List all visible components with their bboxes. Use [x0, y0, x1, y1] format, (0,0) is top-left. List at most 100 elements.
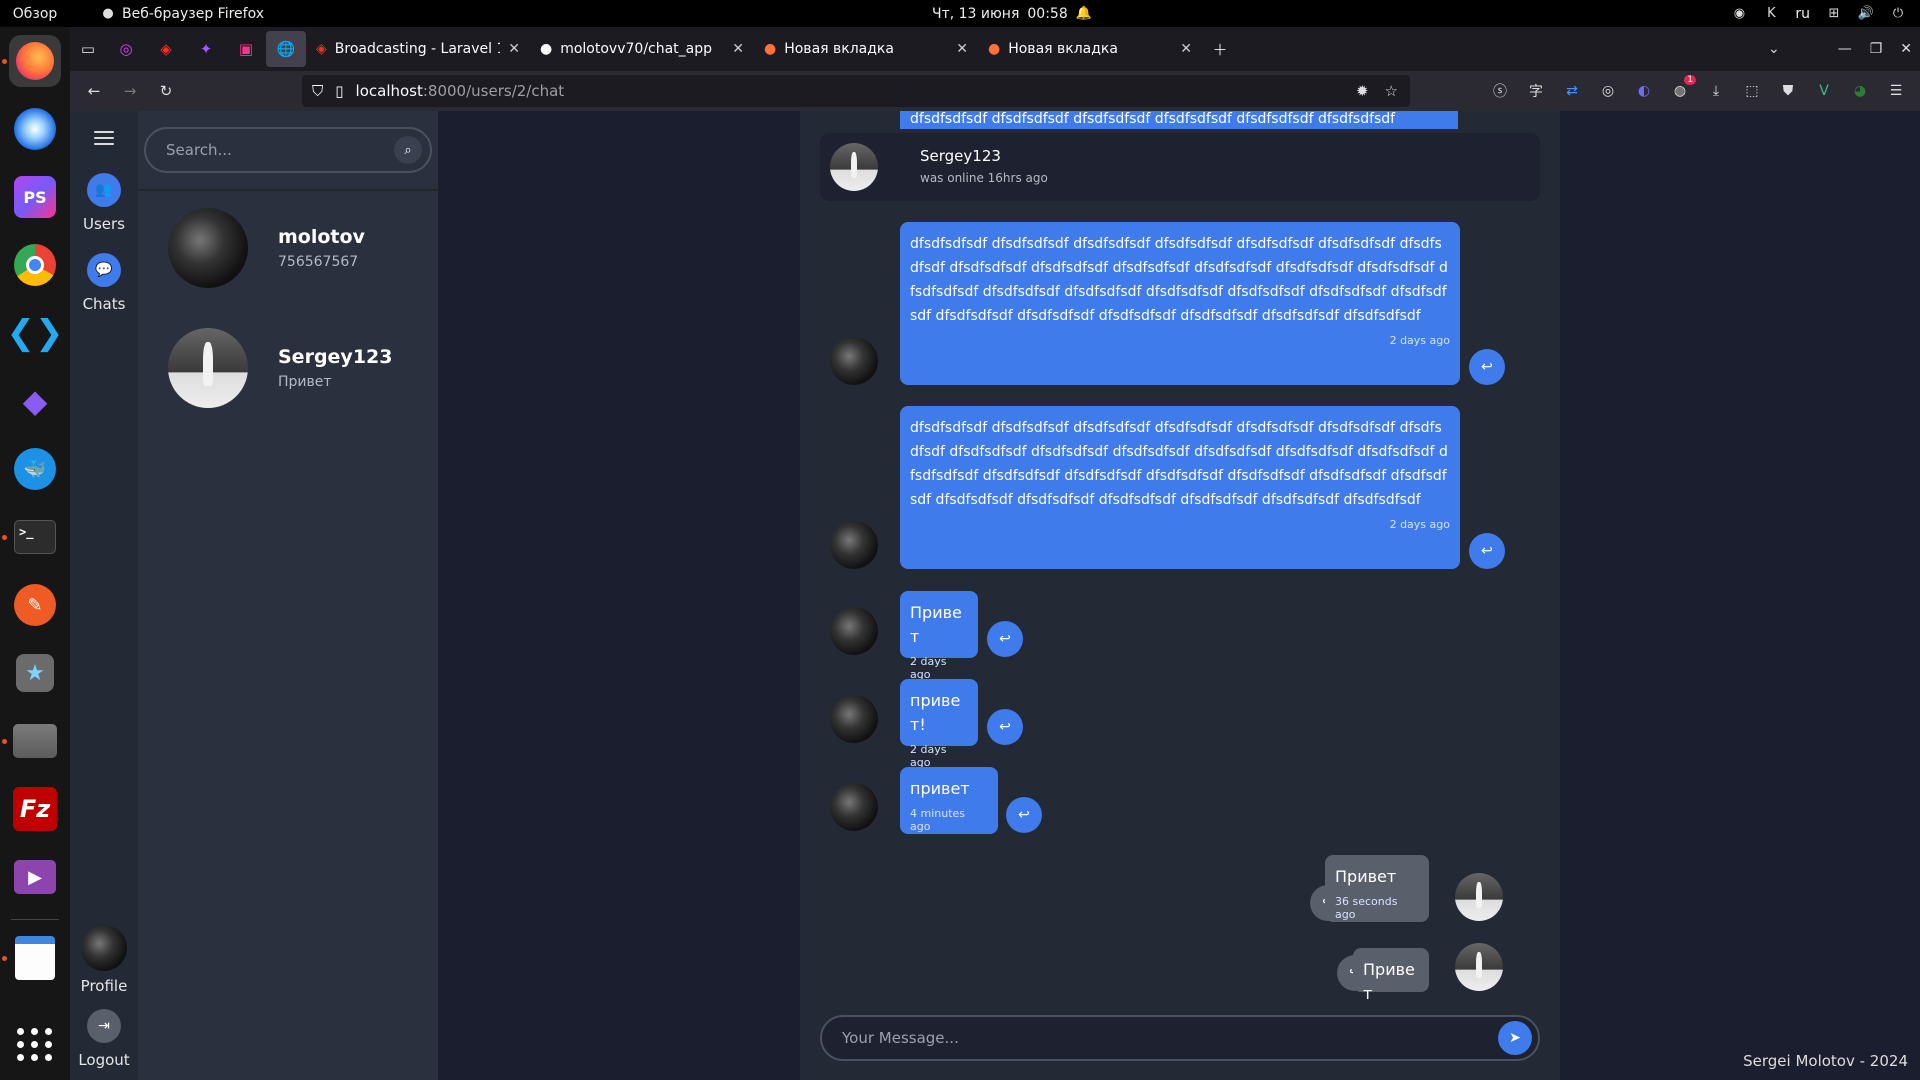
dock-firefox[interactable]: [2, 35, 61, 87]
search-input[interactable]: [166, 141, 386, 159]
rail-logout-button[interactable]: ⇥ Logout: [70, 1009, 138, 1069]
send-icon[interactable]: ➤: [1498, 1021, 1532, 1055]
pinned-tab-1[interactable]: ◎: [106, 31, 146, 67]
dock-filezilla[interactable]: Fz: [9, 783, 61, 835]
message-bubble[interactable]: привет! 2 days ago: [900, 679, 978, 769]
avatar: [81, 925, 127, 971]
message-bubble[interactable]: dfsdfsdfsdf dfsdfsdfsdf dfsdfsdfsdf dfsd…: [900, 406, 1460, 569]
pinned-tab-5[interactable]: 🌐: [266, 31, 306, 67]
dock-thunderbird[interactable]: [9, 103, 61, 155]
rail-users-button[interactable]: 👥 Users: [70, 173, 138, 233]
power-icon[interactable]: ⏻: [1890, 6, 1906, 22]
close-icon[interactable]: ✕: [732, 41, 744, 57]
close-icon[interactable]: ✕: [1900, 41, 1912, 57]
hamburger-menu-icon[interactable]: [94, 131, 114, 145]
message-time: 2 days ago: [910, 655, 947, 681]
message-bubble[interactable]: dfsdfsdfsdf dfsdfsdfsdf dfsdfsdfsdf dfsd…: [900, 222, 1460, 385]
minimize-icon[interactable]: —: [1838, 41, 1852, 57]
contact-item[interactable]: Sergey123 Привет: [168, 328, 428, 408]
pinned-tab-3[interactable]: ✦: [186, 31, 226, 67]
extension-shield-blue-icon[interactable]: ◐: [1632, 79, 1656, 103]
tab-title: Broadcasting - Laravel 11: [334, 41, 501, 57]
show-apps-icon[interactable]: [17, 1026, 53, 1062]
message-bubble[interactable]: привет 4 minutes ago: [900, 767, 998, 834]
tab-broadcasting[interactable]: ◈ Broadcasting - Laravel 11 ✕: [306, 31, 530, 67]
message-text: Привет: [1335, 867, 1397, 886]
message-text: привет: [910, 779, 970, 798]
message-time: 2 days ago: [910, 743, 947, 769]
contact-item[interactable]: molotov 756567567: [168, 208, 428, 288]
dock-postman[interactable]: ✎: [9, 579, 61, 631]
close-icon[interactable]: ✕: [956, 41, 968, 57]
message-bubble[interactable]: Привет: [1353, 948, 1429, 1003]
tab-github[interactable]: ● molotovv70/chat_app ✕: [530, 31, 754, 67]
reply-icon[interactable]: ↩: [987, 709, 1023, 745]
extension-puzzle-icon[interactable]: ⬚: [1740, 79, 1764, 103]
rail-chats-button[interactable]: 💬 Chats: [70, 253, 138, 313]
extension-green-icon[interactable]: ◕: [1848, 79, 1872, 103]
extension-badge-icon[interactable]: ◍ 1: [1668, 75, 1696, 103]
avatar: [830, 695, 878, 743]
close-icon[interactable]: ✕: [1180, 41, 1192, 57]
url-actions: ✹ ☆: [1356, 82, 1398, 100]
extension-translate2-icon[interactable]: ⇄: [1560, 79, 1584, 103]
volume-icon[interactable]: 🔊: [1858, 6, 1874, 22]
users-icon: 👥: [87, 173, 121, 207]
menu-icon[interactable]: ☰: [1884, 79, 1908, 103]
restore-icon[interactable]: ❐: [1870, 41, 1883, 57]
dock-phpstorm[interactable]: PS: [9, 171, 61, 223]
shield-icon[interactable]: ⛉: [312, 82, 323, 100]
dock-files[interactable]: [2, 715, 61, 767]
reload-button[interactable]: ↻: [148, 73, 184, 109]
network-icon[interactable]: ⊞: [1826, 6, 1842, 22]
tray-k-icon[interactable]: K: [1763, 6, 1779, 22]
forward-button[interactable]: →: [112, 73, 148, 109]
dock-terminal[interactable]: >_: [2, 511, 61, 563]
firefox-icon: ●: [102, 6, 114, 21]
dock-video-player[interactable]: ▶: [9, 851, 61, 903]
pinned-tab-4[interactable]: ▣: [226, 31, 266, 67]
bookmark-star-icon[interactable]: ☆: [1385, 82, 1398, 100]
dock-obsidian[interactable]: ◆: [9, 375, 61, 427]
dock-docker[interactable]: 🐳: [9, 443, 61, 495]
activities-button[interactable]: Обзор: [0, 6, 70, 22]
clock[interactable]: Чт, 13 июня 00:58 🔔: [932, 6, 1092, 22]
rail-profile-button[interactable]: Profile: [70, 925, 138, 995]
download-icon[interactable]: ⤓: [1704, 79, 1728, 103]
message-bubble[interactable]: Привет 2 days ago: [900, 591, 978, 681]
url-bar[interactable]: ⛉ ▯ localhost:8000/users/2/chat ✹ ☆: [302, 75, 1410, 107]
reply-icon[interactable]: ↩: [1469, 533, 1505, 569]
extension-vue-icon[interactable]: V: [1812, 79, 1836, 103]
new-tab-button[interactable]: ＋: [1202, 31, 1238, 67]
pinned-app-icon: ◎: [119, 40, 133, 58]
reply-icon[interactable]: ↩: [987, 621, 1023, 657]
avatar: [830, 337, 878, 385]
dock-chrome[interactable]: [9, 239, 61, 291]
chevron-down-icon[interactable]: ⌄: [1768, 41, 1780, 57]
tab-new-1[interactable]: ● Новая вкладка ✕: [754, 31, 978, 67]
extension-s-icon[interactable]: ⓢ: [1488, 79, 1512, 103]
keyboard-layout[interactable]: ru: [1795, 6, 1810, 22]
tray-app-icon[interactable]: ◉: [1731, 6, 1747, 22]
dock-app-center[interactable]: ★: [9, 647, 61, 699]
reply-icon[interactable]: ↩: [1006, 797, 1042, 833]
browser-nav-bar: ← → ↻ ⛉ ▯ localhost:8000/users/2/chat ✹ …: [70, 71, 1920, 111]
back-button[interactable]: ←: [76, 73, 112, 109]
active-app-menu[interactable]: ● Веб-браузер Firefox: [100, 6, 264, 22]
clock-time: 00:58: [1027, 5, 1068, 22]
reply-icon[interactable]: ↩: [1469, 349, 1505, 385]
dock-text-editor[interactable]: [2, 932, 61, 984]
bug-icon[interactable]: ✹: [1356, 82, 1369, 100]
message-bubble[interactable]: Привет 36 seconds ago: [1325, 855, 1429, 922]
extension-ublock-icon[interactable]: ⛊: [1776, 79, 1800, 103]
dock-vscode[interactable]: ❮❯: [7, 307, 64, 359]
tab-new-2[interactable]: ● Новая вкладка ✕: [978, 31, 1202, 67]
tab-list-icon[interactable]: ▭: [70, 31, 106, 67]
pinned-tab-2[interactable]: ◈: [146, 31, 186, 67]
extension-glasses-icon[interactable]: ◎: [1596, 79, 1620, 103]
search-icon[interactable]: ⌕: [394, 136, 422, 164]
close-icon[interactable]: ✕: [508, 41, 520, 57]
url-host: localhost: [355, 82, 423, 100]
extension-translate-icon[interactable]: 字: [1524, 79, 1548, 103]
message-input[interactable]: [842, 1029, 1462, 1047]
